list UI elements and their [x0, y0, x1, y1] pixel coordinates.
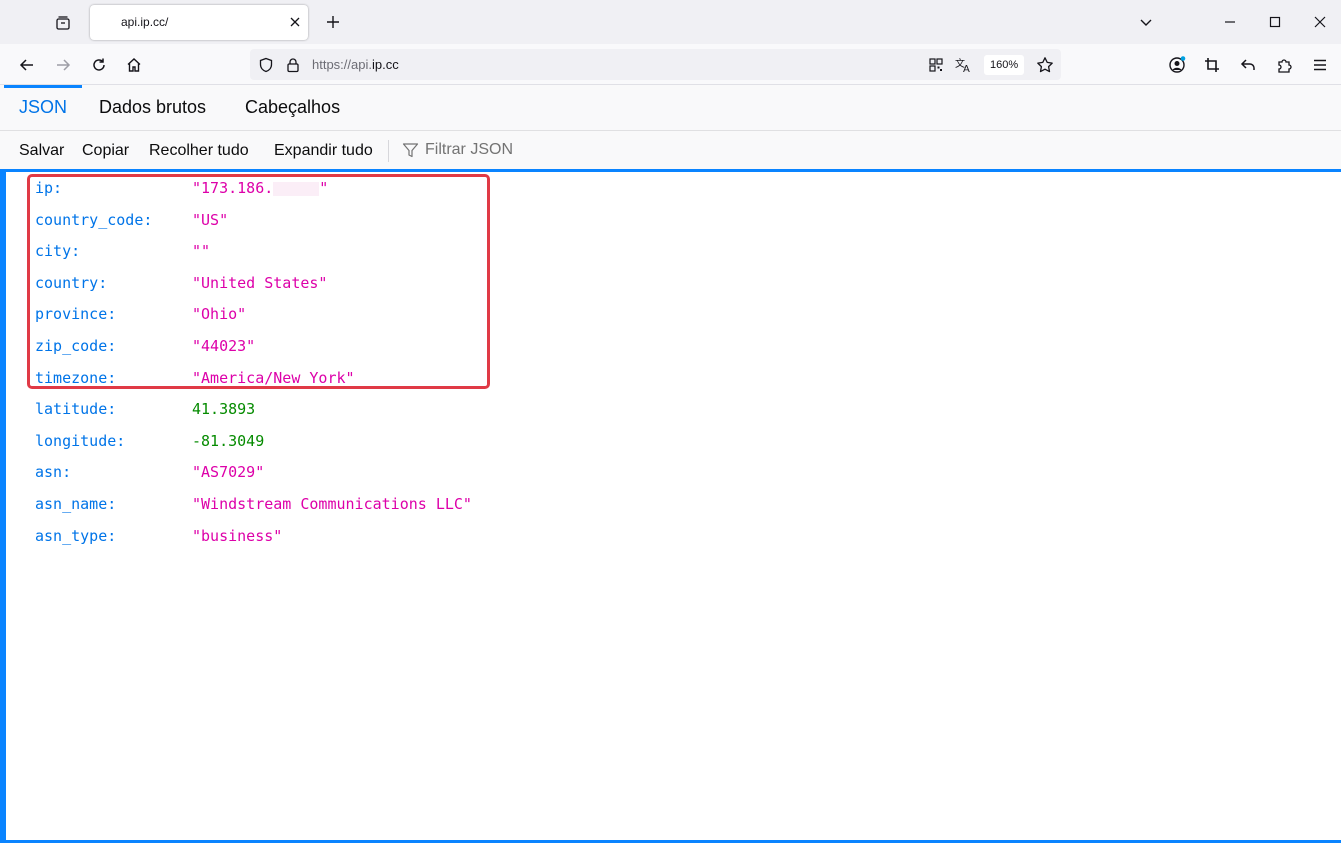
- firefox-view-icon: [56, 16, 70, 30]
- json-key: longitude:: [35, 431, 126, 450]
- collapse-all-button[interactable]: Recolher tudo: [149, 142, 249, 160]
- copy-button[interactable]: Copiar: [82, 142, 129, 160]
- json-key: province:: [35, 305, 117, 324]
- url-text[interactable]: https://api.ip.cc: [312, 57, 399, 72]
- json-toolbar: Salvar Copiar Recolher tudo Expandir tud…: [0, 131, 1341, 169]
- json-key: ip:: [35, 179, 63, 197]
- chevron-down-icon[interactable]: [1135, 11, 1157, 33]
- save-button[interactable]: Salvar: [19, 142, 64, 160]
- lock-icon[interactable]: [282, 54, 304, 76]
- zoom-level-badge[interactable]: 160%: [984, 55, 1025, 75]
- navigation-bar: https://api.ip.cc 文A 160%: [0, 44, 1341, 85]
- menu-hamburger-icon[interactable]: [1308, 53, 1332, 77]
- json-value: "44023": [192, 336, 256, 355]
- json-value: -81.3049: [192, 431, 265, 450]
- json-key: latitude:: [35, 400, 117, 419]
- filter-funnel-icon: [402, 142, 419, 157]
- svg-text:A: A: [963, 64, 970, 73]
- json-key: country:: [35, 273, 108, 292]
- shield-icon[interactable]: [255, 54, 277, 76]
- undo-arrow-icon[interactable]: [1236, 53, 1260, 77]
- json-value: "Ohio": [192, 305, 247, 324]
- json-value: "Windstream Communications LLC": [192, 494, 472, 513]
- json-viewer-tabs: JSON Dados brutos Cabeçalhos: [0, 85, 1341, 131]
- filter-json-input[interactable]: Filtrar JSON: [402, 141, 513, 159]
- url-prefix: https://api.: [312, 57, 372, 72]
- close-tab-icon[interactable]: [286, 13, 304, 31]
- bookmark-star-icon[interactable]: [1034, 54, 1056, 76]
- tab-json[interactable]: JSON: [19, 97, 67, 118]
- expand-all-button[interactable]: Expandir tudo: [274, 142, 373, 160]
- json-value-text: "173.186.: [192, 179, 274, 197]
- tab-strip: api.ip.cc/: [0, 0, 1341, 44]
- json-key: asn_name:: [35, 494, 117, 513]
- minimize-icon[interactable]: [1219, 11, 1241, 33]
- url-bar[interactable]: https://api.ip.cc 文A 160%: [250, 49, 1061, 80]
- new-tab-icon[interactable]: [322, 11, 344, 33]
- json-key: city:: [35, 242, 81, 261]
- json-value: "US": [192, 210, 229, 229]
- screenshot-crop-icon[interactable]: [1200, 53, 1224, 77]
- json-value-suffix: ": [319, 179, 329, 197]
- back-arrow-icon[interactable]: [15, 53, 39, 77]
- browser-tab[interactable]: api.ip.cc/: [90, 5, 308, 40]
- home-icon[interactable]: [122, 53, 146, 77]
- tab-raw-data[interactable]: Dados brutos: [99, 97, 206, 118]
- filter-placeholder: Filtrar JSON: [425, 141, 513, 158]
- json-value: "": [192, 242, 211, 261]
- json-value: "AS7029": [192, 463, 265, 482]
- json-key: timezone:: [35, 368, 117, 387]
- browser-window: api.ip.cc/ https://api.ip.cc 文 A 160% JS…: [0, 0, 1341, 843]
- window-close-icon[interactable]: [1309, 11, 1331, 33]
- json-key: zip_code:: [35, 336, 117, 355]
- firefox-view-button[interactable]: [50, 10, 76, 36]
- tab-title: api.ip.cc/: [121, 15, 169, 29]
- json-key: country_code:: [35, 210, 153, 229]
- maximize-icon[interactable]: [1264, 11, 1286, 33]
- qr-code-icon[interactable]: [925, 54, 947, 76]
- json-key: asn:: [35, 463, 72, 482]
- json-value: "173.186. ": [192, 174, 328, 202]
- json-value: "United States": [192, 273, 328, 292]
- tab-headers[interactable]: Cabeçalhos: [245, 97, 340, 118]
- extensions-icon[interactable]: [1272, 53, 1296, 77]
- url-host: ip.cc: [371, 57, 399, 72]
- redacted-block: [273, 181, 320, 196]
- forward-arrow-icon[interactable]: [51, 53, 75, 77]
- account-icon[interactable]: [1165, 53, 1189, 77]
- json-value: 41.3893: [192, 400, 256, 419]
- json-content-panel: ip: "173.186. " country_code: "US" city: "" cou…: [0, 169, 1341, 843]
- reload-icon[interactable]: [87, 53, 111, 77]
- translate-icon[interactable]: 文A: [953, 54, 975, 76]
- toolbar-divider: [388, 140, 389, 162]
- active-tab-indicator: [4, 85, 82, 88]
- json-value: "business": [192, 526, 283, 545]
- json-value: "America/New_York": [192, 368, 355, 387]
- json-key: asn_type:: [35, 526, 117, 545]
